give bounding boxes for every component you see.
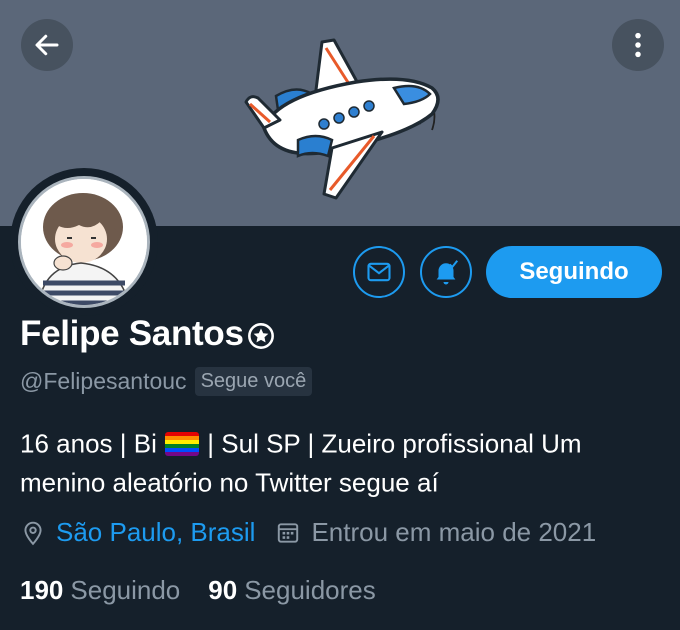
handle-row: @Felipesantouc Segue você [20,367,313,396]
message-button[interactable] [353,246,405,298]
profile-bio: 16 anos | Bi | Sul SP | Zueiro profissio… [20,424,660,501]
map-pin-icon [24,521,42,545]
avatar-illustration [21,179,147,305]
username-handle: @Felipesantouc [20,368,187,394]
location-link[interactable]: São Paulo, Brasil [56,517,255,548]
airplane-illustration [244,38,440,200]
more-options-button[interactable] [612,19,664,71]
followers-label: Seguidores [244,575,376,605]
back-button[interactable] [21,19,73,71]
more-vertical-icon [635,32,641,58]
following-stat[interactable]: 190 Seguindo [20,575,180,606]
follow-stats: 190 Seguindo 90 Seguidores [20,575,376,606]
follows-you-badge: Segue você [194,367,313,396]
bio-text-start: 16 anos | Bi [20,428,165,459]
display-name: Felipe Santos [20,314,244,353]
joined-date: Entrou em maio de 2021 [311,517,597,547]
calendar-icon [278,522,299,543]
notifications-button[interactable] [420,246,472,298]
following-count: 190 [20,575,64,605]
circled-star-icon [247,322,274,349]
followers-stat[interactable]: 90 Seguidores [208,575,375,606]
followers-count: 90 [208,575,238,605]
following-button[interactable]: Seguindo [486,246,662,298]
envelope-icon [367,262,391,282]
following-label: Seguindo [70,575,181,605]
profile-meta: São Paulo, Brasil Entrou em maio de 2021 [20,517,596,548]
rainbow-flag-icon [165,432,200,457]
profile-avatar[interactable] [10,168,158,316]
bell-icon [436,260,459,285]
display-name-row: Felipe Santos [20,314,275,354]
arrow-left-icon [35,34,59,56]
